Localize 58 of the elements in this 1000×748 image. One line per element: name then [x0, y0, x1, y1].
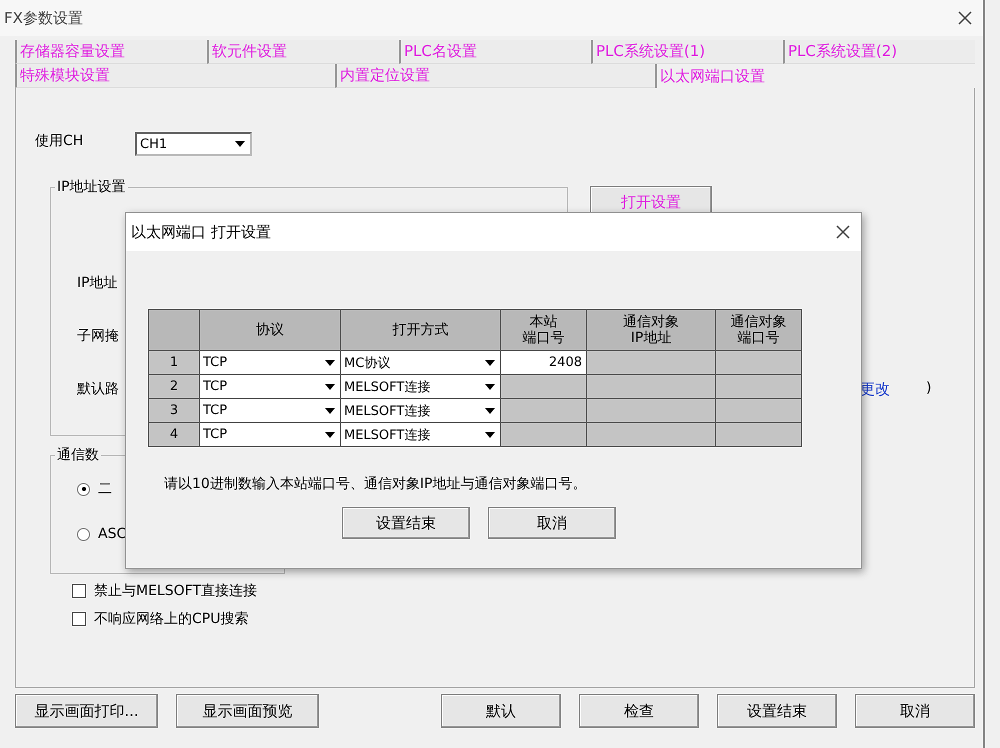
open-method-dropdown[interactable]: MELSOFT连接 [341, 375, 500, 398]
dialog-title: 以太网端口 打开设置 [131, 222, 271, 242]
radio-button[interactable] [77, 482, 90, 496]
column-header: 本站 端口号 [501, 310, 586, 350]
radio-label: ASC [98, 526, 126, 542]
row-number: 3 [149, 399, 199, 422]
channel-label: 使用CH [35, 132, 84, 150]
checkbox-label: 不响应网络上的CPU搜索 [94, 610, 248, 628]
parenthesis: ) [926, 380, 932, 396]
column-header: 通信对象 IP地址 [587, 310, 715, 350]
header-corner-cell [149, 310, 199, 350]
dropdown-caret-icon[interactable] [325, 360, 335, 366]
dropdown-caret-icon[interactable] [325, 432, 335, 438]
row-number: 2 [149, 375, 199, 398]
radio-label: 二 [98, 480, 112, 498]
checkbox[interactable] [72, 584, 86, 598]
dropdown-caret-icon[interactable] [325, 408, 335, 414]
dropdown-caret-icon[interactable] [485, 432, 495, 438]
protocol-dropdown[interactable]: TCP [200, 399, 340, 422]
row-number: 4 [149, 423, 199, 446]
change-link[interactable]: 更改 [860, 380, 890, 399]
protocol-dropdown[interactable]: TCP [200, 375, 340, 398]
open-method-dropdown[interactable]: MELSOFT连接 [341, 399, 500, 422]
protocol-dropdown[interactable]: TCP [200, 423, 340, 446]
radio-button[interactable] [77, 528, 90, 540]
open-method-dropdown[interactable]: MELSOFT连接 [341, 423, 500, 446]
dropdown-caret-icon[interactable] [485, 408, 495, 414]
dialog-button[interactable]: 取消 [488, 507, 616, 539]
dropdown-caret-icon[interactable] [485, 384, 495, 390]
channel-select[interactable]: CH1 [135, 132, 252, 156]
column-header: 协议 [200, 310, 340, 350]
footer-button[interactable]: 设置结束 [717, 694, 837, 728]
field-label: 默认路 [77, 380, 119, 398]
dropdown-caret-icon[interactable] [235, 141, 245, 147]
group-title: IP地址设置 [56, 178, 127, 196]
checkbox[interactable] [72, 612, 86, 626]
open-method-dropdown[interactable]: MC协议 [341, 351, 500, 374]
instruction-text: 请以10进制数输入本站端口号、通信对象IP地址与通信对象端口号。 [164, 475, 588, 493]
footer-button[interactable]: 取消 [855, 694, 975, 728]
close-icon[interactable] [835, 224, 851, 240]
window-title: FX参数设置 [4, 8, 83, 28]
footer-button[interactable]: 检查 [579, 694, 699, 728]
dropdown-caret-icon[interactable] [325, 384, 335, 390]
footer-button[interactable]: 显示画面打印... [15, 694, 158, 728]
dropdown-caret-icon[interactable] [485, 360, 495, 366]
group-title: 通信数 [56, 446, 100, 464]
footer-button[interactable]: 默认 [441, 694, 561, 728]
column-header: 通信对象 端口号 [716, 310, 801, 350]
checkbox-label: 禁止与MELSOFT直接连接 [94, 582, 257, 600]
protocol-dropdown[interactable]: TCP [200, 351, 340, 374]
field-label: 子网掩 [77, 327, 119, 345]
close-icon[interactable] [957, 10, 973, 26]
field-label: IP地址 [77, 274, 118, 292]
dialog-button[interactable]: 设置结束 [342, 507, 470, 539]
row-number: 1 [149, 351, 199, 374]
port-field[interactable]: 2408 [501, 351, 586, 374]
column-header: 打开方式 [341, 310, 500, 350]
footer-button[interactable]: 显示画面预览 [176, 694, 319, 728]
